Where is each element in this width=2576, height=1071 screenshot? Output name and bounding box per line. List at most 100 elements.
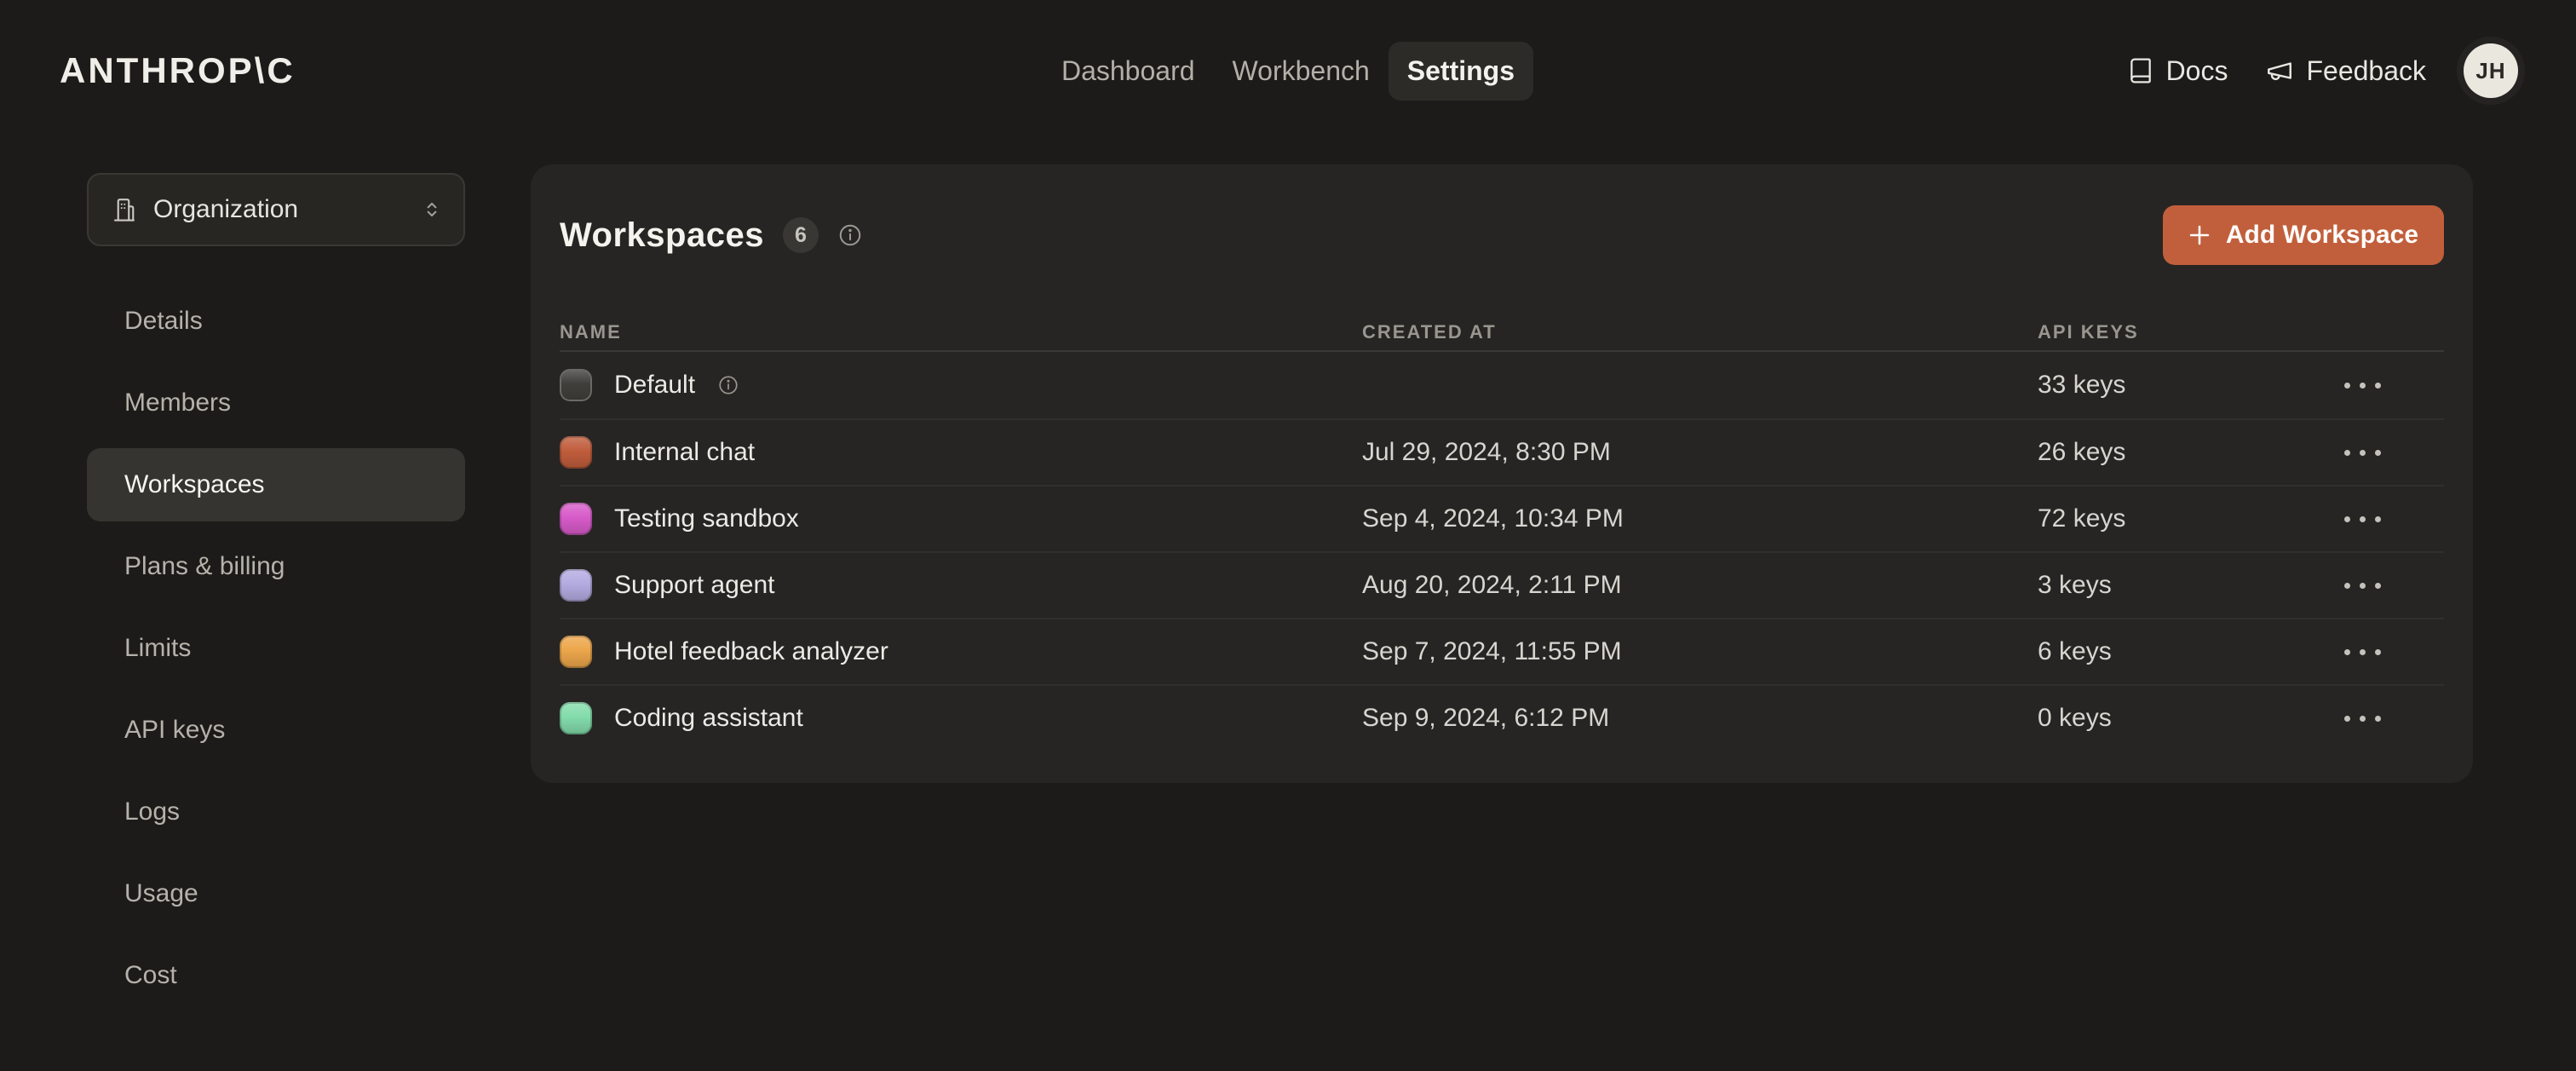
- nav-tab-dashboard[interactable]: Dashboard: [1043, 42, 1214, 101]
- row-actions-button[interactable]: [2336, 571, 2389, 601]
- sidebar-item-label: Plans & billing: [124, 552, 285, 581]
- workspace-color-swatch: [560, 702, 592, 734]
- settings-sidebar: Organization Details Members Workspaces …: [87, 173, 465, 1012]
- sidebar-item-details[interactable]: Details: [87, 285, 465, 358]
- megaphone-icon: [2265, 56, 2294, 85]
- avatar[interactable]: JH: [2464, 43, 2518, 98]
- column-header-created-at: CREATED AT: [1362, 321, 2038, 343]
- info-icon: [837, 222, 863, 248]
- docs-label: Docs: [2166, 55, 2228, 87]
- sidebar-item-usage[interactable]: Usage: [87, 857, 465, 930]
- table-row[interactable]: Internal chat Jul 29, 2024, 8:30 PM 26 k…: [560, 418, 2444, 485]
- nav-tab-label: Dashboard: [1061, 55, 1195, 86]
- organization-label: Organization: [153, 195, 404, 224]
- row-actions-button[interactable]: [2336, 637, 2389, 667]
- created-at-cell: Aug 20, 2024, 2:11 PM: [1362, 571, 2038, 600]
- row-actions-button[interactable]: [2336, 704, 2389, 734]
- app-root: ANTHROP\C Dashboard Workbench Settings D…: [0, 0, 2576, 1012]
- nav-tab-workbench[interactable]: Workbench: [1214, 42, 1389, 101]
- api-keys-cell: 6 keys: [2038, 637, 2336, 666]
- plus-icon: [2185, 221, 2214, 250]
- actions-cell: [2336, 438, 2444, 468]
- sidebar-item-plans-billing[interactable]: Plans & billing: [87, 530, 465, 603]
- sidebar-item-label: Logs: [124, 797, 180, 826]
- workspace-name: Internal chat: [614, 438, 755, 467]
- workspace-color-swatch: [560, 636, 592, 668]
- row-actions-button[interactable]: [2336, 438, 2389, 468]
- sidebar-item-cost[interactable]: Cost: [87, 939, 465, 1012]
- workspace-color-swatch: [560, 436, 592, 469]
- nav-utilities: Docs Feedback JH: [2127, 43, 2518, 98]
- created-at-cell: Sep 9, 2024, 6:12 PM: [1362, 704, 2038, 733]
- sidebar-item-workspaces[interactable]: Workspaces: [87, 448, 465, 521]
- table-body: Default 33 keys Internal chat Jul 29, 20…: [560, 352, 2444, 751]
- actions-cell: [2336, 637, 2444, 667]
- created-at-cell: Jul 29, 2024, 8:30 PM: [1362, 438, 2038, 467]
- workspaces-table: NAME CREATED AT API KEYS Default 33 keys: [560, 314, 2444, 751]
- sidebar-item-label: Details: [124, 307, 203, 336]
- api-keys-cell: 33 keys: [2038, 371, 2336, 400]
- nav-tab-settings[interactable]: Settings: [1389, 42, 1533, 101]
- building-icon: [111, 197, 136, 222]
- sidebar-item-logs[interactable]: Logs: [87, 775, 465, 849]
- add-workspace-label: Add Workspace: [2226, 221, 2418, 250]
- workspaces-panel: Workspaces 6: [531, 164, 2473, 783]
- ellipsis-icon: [2344, 383, 2381, 389]
- workspace-name: Support agent: [614, 571, 774, 600]
- column-header-name: NAME: [560, 321, 1362, 343]
- primary-nav: Dashboard Workbench Settings: [1043, 42, 1533, 101]
- row-actions-button[interactable]: [2336, 504, 2389, 534]
- actions-cell: [2336, 571, 2444, 601]
- api-keys-cell: 26 keys: [2038, 438, 2336, 467]
- nav-tab-label: Workbench: [1233, 55, 1370, 86]
- workspace-name: Testing sandbox: [614, 504, 799, 533]
- table-row[interactable]: Support agent Aug 20, 2024, 2:11 PM 3 ke…: [560, 551, 2444, 618]
- content-area: Organization Details Members Workspaces …: [0, 141, 2576, 1012]
- sidebar-item-api-keys[interactable]: API keys: [87, 694, 465, 767]
- sidebar-item-members[interactable]: Members: [87, 366, 465, 440]
- sidebar-menu: Details Members Workspaces Plans & billi…: [87, 285, 465, 1012]
- name-cell: Hotel feedback analyzer: [560, 636, 1362, 668]
- sidebar-item-label: Limits: [124, 634, 191, 663]
- actions-cell: [2336, 504, 2444, 534]
- workspace-color-swatch: [560, 369, 592, 401]
- sidebar-item-label: Workspaces: [124, 470, 265, 499]
- book-icon: [2127, 57, 2154, 84]
- name-cell: Coding assistant: [560, 702, 1362, 734]
- feedback-button[interactable]: Feedback: [2265, 55, 2426, 87]
- name-cell: Support agent: [560, 569, 1362, 602]
- sidebar-item-label: API keys: [124, 716, 225, 745]
- workspace-count-badge: 6: [783, 217, 819, 253]
- workspace-name: Coding assistant: [614, 704, 803, 733]
- ellipsis-icon: [2344, 516, 2381, 522]
- default-workspace-info-button[interactable]: [717, 374, 739, 396]
- organization-selector[interactable]: Organization: [87, 173, 465, 246]
- created-at-cell: Sep 4, 2024, 10:34 PM: [1362, 504, 2038, 533]
- docs-button[interactable]: Docs: [2127, 55, 2228, 87]
- nav-tab-label: Settings: [1407, 55, 1515, 86]
- ellipsis-icon: [2344, 649, 2381, 655]
- name-cell: Internal chat: [560, 436, 1362, 469]
- table-row[interactable]: Hotel feedback analyzer Sep 7, 2024, 11:…: [560, 618, 2444, 684]
- ellipsis-icon: [2344, 450, 2381, 456]
- table-row[interactable]: Coding assistant Sep 9, 2024, 6:12 PM 0 …: [560, 684, 2444, 751]
- created-at-cell: Sep 7, 2024, 11:55 PM: [1362, 637, 2038, 666]
- actions-cell: [2336, 371, 2444, 400]
- workspace-name: Hotel feedback analyzer: [614, 637, 888, 666]
- sidebar-item-limits[interactable]: Limits: [87, 612, 465, 685]
- table-header-row: NAME CREATED AT API KEYS: [560, 314, 2444, 352]
- info-icon: [717, 374, 739, 396]
- workspaces-info-button[interactable]: [837, 222, 863, 248]
- ellipsis-icon: [2344, 716, 2381, 722]
- table-row[interactable]: Testing sandbox Sep 4, 2024, 10:34 PM 72…: [560, 485, 2444, 551]
- workspace-name: Default: [614, 371, 695, 400]
- column-header-api-keys: API KEYS: [2038, 321, 2336, 343]
- workspace-color-swatch: [560, 569, 592, 602]
- table-row[interactable]: Default 33 keys: [560, 352, 2444, 418]
- feedback-label: Feedback: [2306, 55, 2426, 87]
- top-nav: ANTHROP\C Dashboard Workbench Settings D…: [0, 0, 2576, 141]
- name-cell: Default: [560, 369, 1362, 401]
- add-workspace-button[interactable]: Add Workspace: [2163, 205, 2444, 265]
- sidebar-item-label: Members: [124, 389, 231, 417]
- row-actions-button[interactable]: [2336, 371, 2389, 400]
